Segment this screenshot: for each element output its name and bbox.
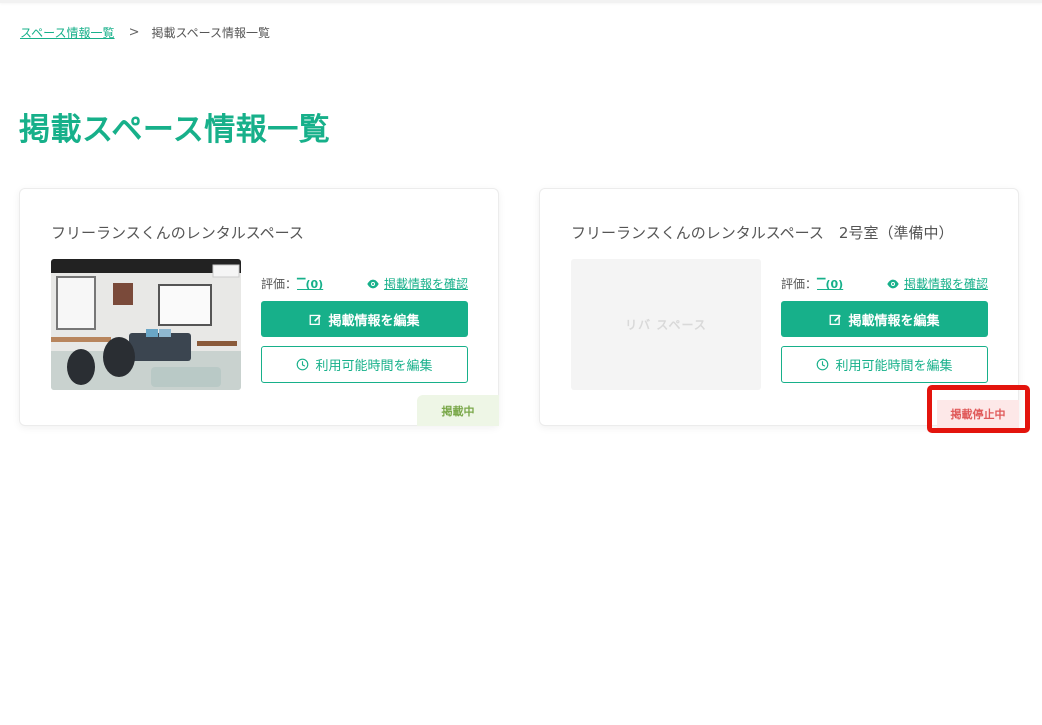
breadcrumb-link-space-list[interactable]: スペース情報一覧 [20,24,115,41]
view-listing-link[interactable]: 掲載情報を確認 [886,275,988,292]
status-badge: 掲載中 [417,395,499,426]
view-listing-link[interactable]: 掲載情報を確認 [366,275,468,292]
placeholder-logo: リバ スペース [625,318,707,332]
page-title: 掲載スペース情報一覧 [19,112,331,148]
rating-count: (0) [825,278,844,291]
breadcrumb-current: 掲載スペース情報一覧 [151,26,271,40]
rating: 評価：▔(0) [261,275,323,292]
rating-value[interactable]: ▔(0) [297,278,323,291]
edit-icon [310,314,322,325]
edit-listing-button[interactable]: 掲載情報を編集 [261,301,468,337]
clock-icon [817,358,829,371]
edit-icon [830,314,842,325]
placeholder-image: リバ スペース [571,259,761,390]
view-listing-label: 掲載情報を確認 [903,277,988,291]
highlight-box [927,385,1030,433]
rating: 評価：▔(0) [781,275,843,292]
edit-availability-button[interactable]: 利用可能時間を編集 [261,346,468,383]
breadcrumb-separator: > [128,25,140,40]
edit-availability-label: 利用可能時間を編集 [315,359,433,374]
space-card-title: フリーランスくんのレンタルスペース 2号室（準備中） [571,224,954,242]
rating-label: 評価： [781,277,818,291]
edit-listing-label: 掲載情報を編集 [328,313,420,329]
edit-availability-label: 利用可能時間を編集 [835,359,953,374]
top-bar [0,0,1042,3]
edit-listing-button[interactable]: 掲載情報を編集 [781,301,988,337]
breadcrumb: スペース情報一覧 > 掲載スペース情報一覧 [20,24,270,41]
rating-value[interactable]: ▔(0) [817,278,843,291]
space-card-title: フリーランスくんのレンタルスペース [51,224,304,242]
clock-icon [297,358,309,371]
rating-label: 評価： [261,277,298,291]
eye-icon [887,279,899,288]
edit-availability-button[interactable]: 利用可能時間を編集 [781,346,988,383]
space-photo [51,259,241,390]
edit-listing-label: 掲載情報を編集 [848,313,940,329]
space-card: フリーランスくんのレンタルスペース 評価：▔(0) 掲載情報を確認 掲載情報を編… [19,188,499,426]
rating-count: (0) [305,278,324,291]
view-listing-label: 掲載情報を確認 [383,277,468,291]
eye-icon [367,279,379,288]
